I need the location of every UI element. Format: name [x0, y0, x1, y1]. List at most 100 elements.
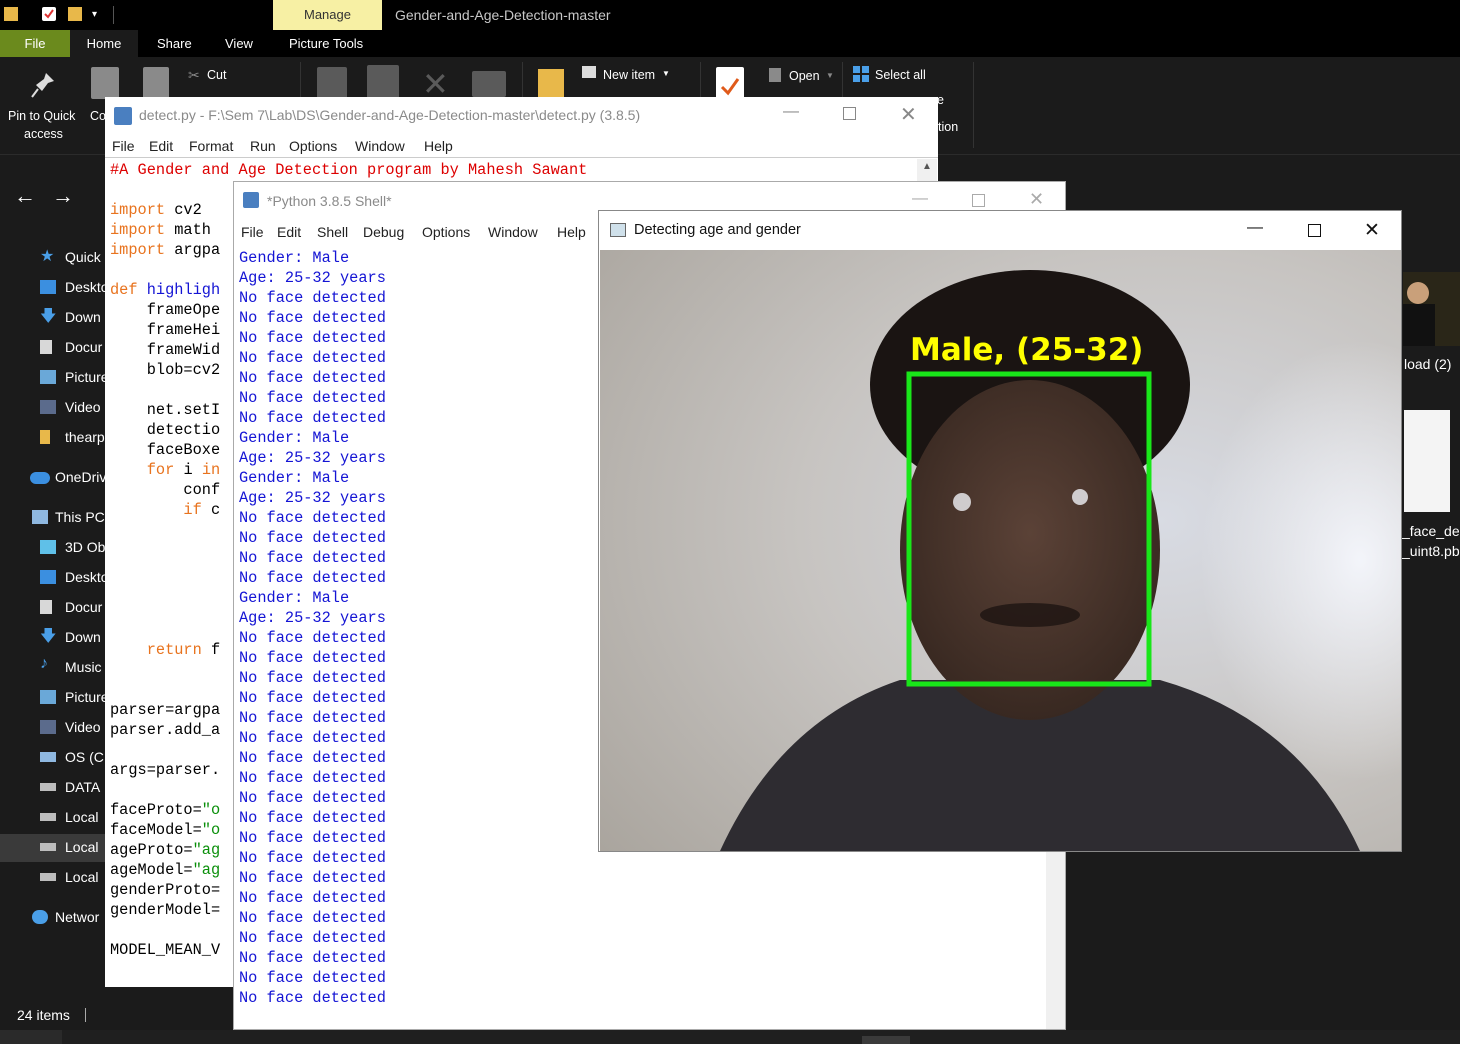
taskbar-app-icon[interactable] — [862, 1036, 910, 1044]
sidebar-item-drive-os[interactable]: OS (C: — [0, 744, 105, 772]
sidebar-item-folder[interactable]: thearp — [0, 424, 105, 452]
maximize-icon[interactable] — [1308, 224, 1321, 237]
sidebar-item-documents[interactable]: Docur — [0, 594, 105, 622]
file-name-label[interactable]: _uint8.pb — [1402, 543, 1460, 559]
sidebar-item-desktop[interactable]: Deskto — [0, 274, 105, 302]
shell-output-line: No face detected — [239, 709, 386, 727]
code-keyword: return — [110, 641, 202, 659]
sidebar-item-label: Docur — [65, 339, 103, 355]
sidebar-item-music[interactable]: ♪ Music — [0, 654, 105, 682]
sidebar-item-videos[interactable]: Video — [0, 714, 105, 742]
chevron-down-icon[interactable]: ▼ — [826, 71, 834, 80]
code-text: faceModel= — [110, 821, 202, 839]
menu-format[interactable]: Format — [189, 138, 233, 154]
back-arrow-icon[interactable]: ← — [14, 183, 36, 209]
sidebar-item-drive-local[interactable]: Local — [0, 864, 105, 892]
maximize-icon[interactable] — [972, 194, 985, 207]
scroll-up-icon[interactable]: ▲ — [922, 161, 932, 172]
file-name-label[interactable]: load (2) — [1404, 356, 1451, 372]
maximize-icon[interactable] — [843, 107, 856, 120]
sidebar-item-this-pc[interactable]: This PC — [0, 504, 105, 532]
pin-to-quick-access-button[interactable]: Pin to Quick — [8, 109, 75, 123]
menu-edit[interactable]: Edit — [149, 138, 173, 154]
image-thumbnail[interactable] — [1403, 272, 1460, 346]
sidebar-item-drive-data[interactable]: DATA — [0, 774, 105, 802]
minimize-icon[interactable]: — — [1247, 219, 1263, 237]
copy-button[interactable]: Co — [90, 109, 106, 123]
shell-output-line: No face detected — [239, 949, 386, 967]
open-button[interactable]: Open — [789, 69, 820, 83]
copy-icon[interactable] — [91, 67, 119, 99]
minimize-icon[interactable]: — — [783, 103, 799, 121]
properties-large-icon[interactable] — [716, 67, 744, 99]
menu-window[interactable]: Window — [488, 224, 538, 240]
code-keyword: for — [110, 461, 175, 479]
menu-debug[interactable]: Debug — [363, 224, 404, 240]
tab-share[interactable]: Share — [157, 30, 192, 57]
select-all-button[interactable]: Select all — [875, 68, 926, 82]
sidebar-item-network[interactable]: Networ — [0, 904, 105, 932]
code-line: net.setI — [110, 401, 221, 419]
menu-help[interactable]: Help — [424, 138, 453, 154]
tab-file[interactable]: File — [0, 30, 70, 57]
sidebar-item-label: Local — [65, 809, 99, 825]
menu-help[interactable]: Help — [557, 224, 586, 240]
paste-icon[interactable] — [143, 67, 169, 99]
minimize-icon[interactable]: — — [912, 190, 928, 208]
rename-icon[interactable] — [472, 71, 506, 97]
properties-icon[interactable] — [42, 7, 56, 21]
move-to-icon[interactable] — [317, 67, 347, 99]
code-line: genderModel= — [110, 901, 221, 919]
menu-shell[interactable]: Shell — [317, 224, 348, 240]
menu-options[interactable]: Options — [422, 224, 470, 240]
tab-view[interactable]: View — [225, 30, 253, 57]
menu-window[interactable]: Window — [355, 138, 405, 154]
sidebar-item-videos[interactable]: Video — [0, 394, 105, 422]
code-string: "o — [201, 821, 221, 839]
shell-output-line: No face detected — [239, 869, 386, 887]
cut-button[interactable]: Cut — [207, 68, 226, 82]
sidebar-item-downloads[interactable]: 🡇 Down — [0, 304, 105, 332]
chevron-down-icon[interactable]: ▼ — [662, 69, 670, 78]
select-none-button[interactable]: e — [937, 93, 944, 107]
code-line: frameOpe — [110, 301, 221, 319]
sidebar-item-onedrive[interactable]: OneDriv — [0, 464, 105, 492]
forward-arrow-icon[interactable]: → — [52, 183, 74, 209]
menu-file[interactable]: File — [112, 138, 135, 154]
close-icon[interactable]: ✕ — [1364, 219, 1380, 242]
manage-tab[interactable]: Manage — [273, 0, 382, 30]
close-icon[interactable]: ✕ — [900, 102, 917, 127]
detection-title-bar: Detecting age and gender — ✕ — [599, 211, 1401, 249]
file-icon[interactable] — [1404, 410, 1450, 512]
close-icon[interactable]: ✕ — [1029, 189, 1044, 210]
sidebar-item-desktop[interactable]: Deskto — [0, 564, 105, 592]
detection-window-title: Detecting age and gender — [634, 222, 801, 238]
detection-label: Male, (25-32) — [910, 332, 1144, 368]
sidebar-item-quick-access[interactable]: ★ Quick a — [0, 244, 105, 272]
sidebar-item-pictures[interactable]: Picture — [0, 364, 105, 392]
sidebar-item-3d-objects[interactable]: 3D Ob — [0, 534, 105, 562]
new-folder-icon[interactable] — [68, 7, 82, 21]
sidebar-item-label: Music — [65, 659, 102, 675]
tab-home[interactable]: Home — [70, 30, 138, 57]
folder-icon[interactable] — [4, 7, 18, 21]
tab-picture-tools[interactable]: Picture Tools — [289, 30, 363, 57]
invert-selection-button[interactable]: tion — [938, 120, 958, 134]
sidebar-item-documents[interactable]: Docur — [0, 334, 105, 362]
menu-file[interactable]: File — [241, 224, 264, 240]
new-item-button[interactable]: New item — [603, 68, 655, 82]
drive-icon — [40, 873, 56, 881]
menu-run[interactable]: Run — [250, 138, 276, 154]
file-name-label[interactable]: _face_de — [1402, 523, 1460, 539]
copy-to-icon[interactable] — [367, 65, 399, 99]
sidebar-item-drive-local-selected[interactable]: Local — [0, 834, 105, 862]
menu-edit[interactable]: Edit — [277, 224, 301, 240]
code-line: args=parser. — [110, 761, 221, 779]
sidebar-item-drive-local[interactable]: Local — [0, 804, 105, 832]
sidebar-item-pictures[interactable]: Picture — [0, 684, 105, 712]
new-folder-large-icon[interactable] — [538, 69, 564, 99]
sidebar-item-downloads[interactable]: 🡇 Down — [0, 624, 105, 652]
start-area[interactable] — [0, 1030, 62, 1044]
menu-options[interactable]: Options — [289, 138, 337, 154]
customize-toolbar-icon[interactable]: ▾ — [92, 9, 97, 20]
